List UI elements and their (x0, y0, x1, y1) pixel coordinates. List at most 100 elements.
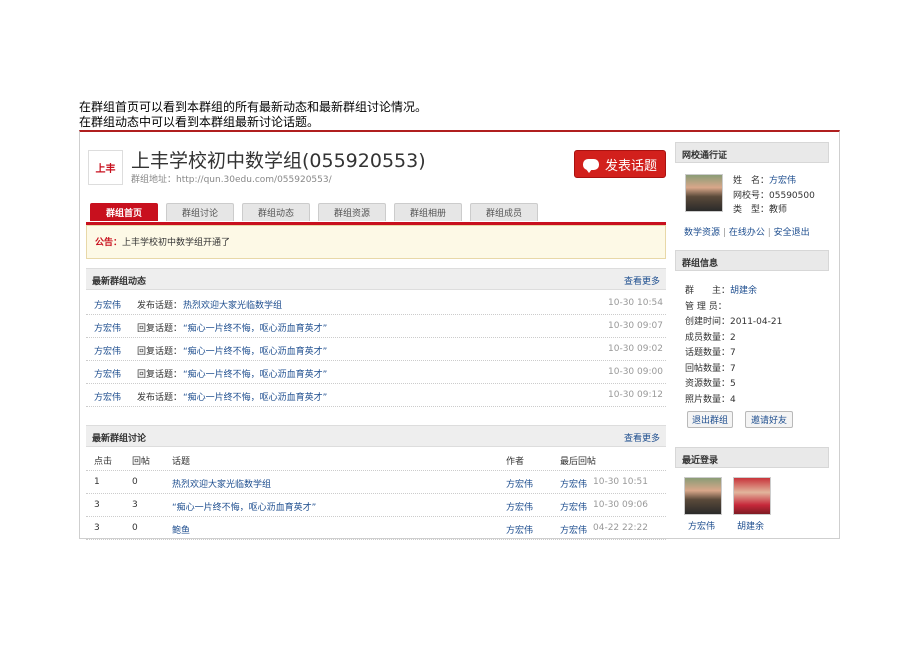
activity-user[interactable]: 方宏伟 (94, 298, 121, 311)
info-created: 创建时间：2011-04-21 (685, 317, 783, 327)
info-topics: 话题数量：7 (685, 348, 736, 358)
announcement-label: 公告： (95, 238, 123, 248)
speech-bubble-icon (582, 158, 599, 173)
discussion-row: 3 0 鲍鱼 方宏伟 方宏伟 04-22 22:22 (86, 517, 666, 540)
discussion-title: 最新群组讨论 (92, 434, 147, 444)
activity-row: 方宏伟 发布话题： 热烈欢迎大家光临数学组 10-30 10:54 (86, 292, 666, 315)
tab-discussion[interactable]: 群组讨论 (166, 203, 234, 221)
activity-header: 最新群组动态 查看更多 (86, 268, 666, 290)
col-replies: 回帖 (132, 457, 151, 467)
info-owner: 群 主：胡建余 (685, 286, 758, 296)
pass-header: 网校通行证 (675, 142, 829, 163)
info-posts: 回帖数量：7 (685, 364, 736, 374)
row-author[interactable]: 方宏伟 (506, 523, 533, 536)
tab-members[interactable]: 群组成员 (470, 203, 538, 221)
activity-time: 10-30 10:54 (608, 298, 663, 308)
activity-user[interactable]: 方宏伟 (94, 367, 121, 380)
discussion-columns: 点击 回帖 话题 作者 最后回帖 (86, 448, 666, 471)
col-last-reply: 最后回帖 (560, 457, 597, 467)
online-office-link[interactable]: 在线办公 (729, 228, 765, 238)
pass-name: 姓 名：方宏伟 (733, 176, 797, 186)
activity-row: 方宏伟 回复话题： “痴心一片终不悔，呕心沥血育英才” 10-30 09:02 (86, 338, 666, 361)
col-author: 作者 (506, 457, 525, 467)
row-last-time: 10-30 10:51 (593, 477, 648, 487)
activity-action: 发布话题： (137, 301, 183, 311)
recent-user-avatar[interactable] (733, 477, 771, 515)
activity-row: 方宏伟 发布话题： “痴心一片终不悔，呕心沥血育英才” 10-30 09:12 (86, 384, 666, 407)
info-members: 成员数量：2 (685, 333, 736, 343)
activity-row: 方宏伟 回复话题： “痴心一片终不悔，呕心沥血育英才” 10-30 09:07 (86, 315, 666, 338)
activity-topic[interactable]: “痴心一片终不悔，呕心沥血育英才” (183, 321, 327, 334)
logout-link[interactable]: 安全退出 (774, 228, 810, 238)
activity-action: 发布话题： (137, 393, 183, 403)
info-admin: 管 理 员： (685, 302, 727, 312)
separator: | (767, 228, 771, 238)
group-title: 上丰学校初中数学组(055920553) (131, 150, 426, 172)
activity-user[interactable]: 方宏伟 (94, 390, 121, 403)
tab-activity[interactable]: 群组动态 (242, 203, 310, 221)
recent-user-name[interactable]: 胡建余 (737, 519, 764, 532)
intro-text: 在群组首页可以看到本群组的所有最新动态和最新群组讨论情况。 在群组动态中可以看到… (79, 100, 427, 130)
post-topic-label: 发表话题 (604, 158, 657, 174)
pass-links: 数学资源 | 在线办公 | 安全退出 (684, 225, 810, 238)
row-topic[interactable]: 热烈欢迎大家光临数学组 (172, 477, 271, 490)
activity-action: 回复话题： (137, 370, 183, 380)
invite-friends-button[interactable]: 邀请好友 (745, 411, 793, 428)
tab-bar: 群组首页 群组讨论 群组动态 群组资源 群组相册 群组成员 (86, 202, 666, 225)
announcement-text: 上丰学校初中数学组开通了 (122, 238, 231, 248)
activity-action: 回复话题： (137, 347, 183, 357)
discussion-row: 3 3 “痴心一片终不悔，呕心沥血育英才” 方宏伟 方宏伟 10-30 09:0… (86, 494, 666, 517)
row-author[interactable]: 方宏伟 (506, 500, 533, 513)
discussion-row: 1 0 热烈欢迎大家光临数学组 方宏伟 方宏伟 10-30 10:51 (86, 471, 666, 494)
group-logo: 上丰 (88, 150, 123, 185)
group-page: 上丰 上丰学校初中数学组(055920553) 群组地址：http://qun.… (79, 130, 840, 540)
row-topic[interactable]: 鲍鱼 (172, 523, 190, 536)
intro-line-2: 在群组动态中可以看到本群组最新讨论话题。 (79, 115, 320, 129)
activity-action: 回复话题： (137, 324, 183, 334)
main-column: 上丰 上丰学校初中数学组(055920553) 群组地址：http://qun.… (86, 132, 666, 540)
row-replies: 3 (132, 500, 138, 510)
activity-row: 方宏伟 回复话题： “痴心一片终不悔，呕心沥血育英才” 10-30 09:00 (86, 361, 666, 384)
intro-line-1: 在群组首页可以看到本群组的所有最新动态和最新群组讨论情况。 (79, 100, 428, 114)
activity-topic[interactable]: 热烈欢迎大家光临数学组 (183, 298, 282, 311)
activity-time: 10-30 09:12 (608, 390, 663, 400)
row-replies: 0 (132, 477, 138, 487)
info-photos: 照片数量：4 (685, 395, 736, 405)
row-replies: 0 (132, 523, 138, 533)
row-last-user[interactable]: 方宏伟 (560, 477, 587, 490)
activity-more-link[interactable]: 查看更多 (624, 274, 660, 287)
activity-topic[interactable]: “痴心一片终不悔，呕心沥血育英才” (183, 344, 327, 357)
info-header: 群组信息 (675, 250, 829, 271)
activity-time: 10-30 09:02 (608, 344, 663, 354)
row-last-user[interactable]: 方宏伟 (560, 500, 587, 513)
tab-album[interactable]: 群组相册 (394, 203, 462, 221)
tab-home[interactable]: 群组首页 (90, 203, 158, 221)
user-avatar (685, 174, 723, 212)
col-topic: 话题 (172, 457, 191, 467)
activity-time: 10-30 09:07 (608, 321, 663, 331)
pass-id: 网校号：05590500 (733, 191, 815, 201)
row-clicks: 3 (94, 500, 100, 510)
quit-group-button[interactable]: 退出群组 (687, 411, 733, 428)
discussion-more-link[interactable]: 查看更多 (624, 431, 660, 444)
row-last-user[interactable]: 方宏伟 (560, 523, 587, 536)
group-address[interactable]: 群组地址：http://qun.30edu.com/055920553/ (131, 172, 332, 185)
activity-topic[interactable]: “痴心一片终不悔，呕心沥血育英才” (183, 390, 327, 403)
math-resources-link[interactable]: 数学资源 (684, 228, 720, 238)
activity-time: 10-30 09:00 (608, 367, 663, 377)
row-clicks: 3 (94, 523, 100, 533)
activity-title: 最新群组动态 (92, 277, 147, 287)
activity-user[interactable]: 方宏伟 (94, 321, 121, 334)
row-author[interactable]: 方宏伟 (506, 477, 533, 490)
row-topic[interactable]: “痴心一片终不悔，呕心沥血育英才” (172, 500, 316, 513)
recent-user-name[interactable]: 方宏伟 (688, 519, 715, 532)
activity-user[interactable]: 方宏伟 (94, 344, 121, 357)
post-topic-button[interactable]: 发表话题 (574, 150, 666, 178)
tab-resources[interactable]: 群组资源 (318, 203, 386, 221)
separator: | (722, 228, 726, 238)
row-last-time: 10-30 09:06 (593, 500, 648, 510)
recent-user-avatar[interactable] (684, 477, 722, 515)
row-last-time: 04-22 22:22 (593, 523, 648, 533)
announcement-box: 公告：上丰学校初中数学组开通了 (86, 225, 666, 259)
activity-topic[interactable]: “痴心一片终不悔，呕心沥血育英才” (183, 367, 327, 380)
